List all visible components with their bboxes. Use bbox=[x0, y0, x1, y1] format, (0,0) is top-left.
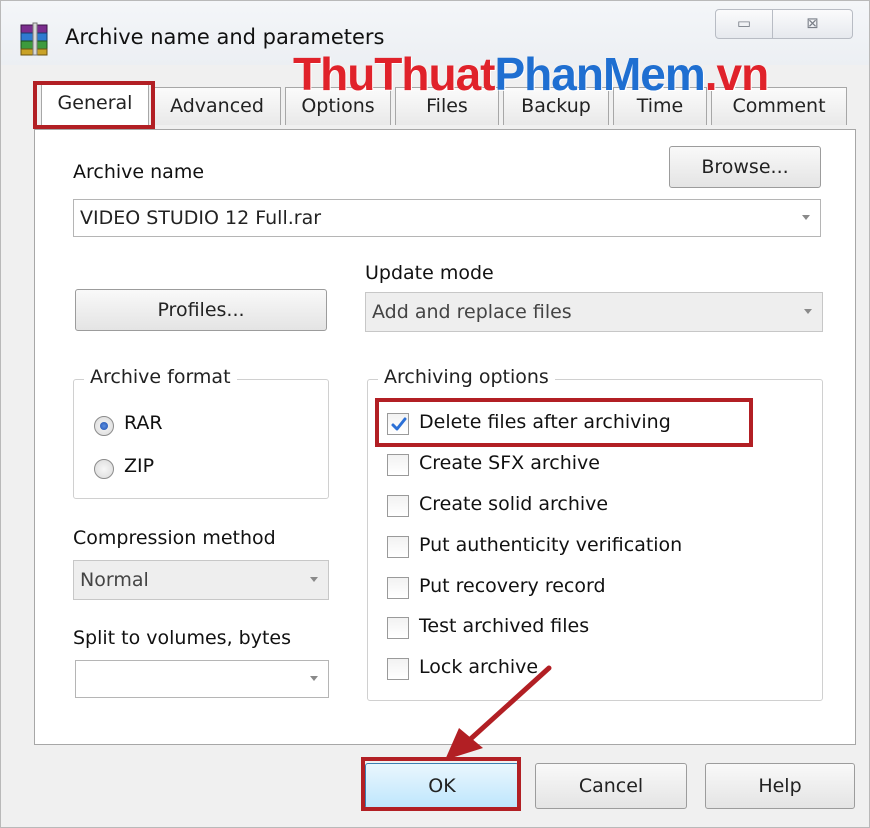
update-mode-select[interactable]: Add and replace files bbox=[365, 292, 823, 332]
checkbox-icon bbox=[387, 454, 409, 476]
checkbox-icon bbox=[387, 536, 409, 558]
watermark: ThuThuatPhanMem.vn bbox=[293, 47, 769, 101]
dropdown-arrow-icon bbox=[310, 577, 318, 582]
compression-method-label: Compression method bbox=[73, 527, 276, 549]
winrar-books-icon bbox=[20, 22, 48, 56]
archive-name-value: VIDEO STUDIO 12 Full.rar bbox=[80, 207, 322, 229]
radio-zip-label: ZIP bbox=[124, 455, 155, 477]
checkbox-test-archived-label: Test archived files bbox=[419, 615, 590, 637]
profiles-button[interactable]: Profiles... bbox=[75, 289, 327, 331]
checkbox-icon bbox=[387, 658, 409, 680]
checkbox-delete-files-label: Delete files after archiving bbox=[419, 411, 671, 433]
window-title: Archive name and parameters bbox=[65, 25, 385, 49]
annotation-arrow-icon bbox=[445, 665, 552, 760]
checkbox-create-solid-label: Create solid archive bbox=[419, 493, 609, 515]
maximize-button[interactable]: ⊠ bbox=[773, 9, 853, 39]
checkmark-icon bbox=[391, 417, 407, 431]
radio-rar-label: RAR bbox=[124, 412, 163, 434]
checkbox-create-sfx-label: Create SFX archive bbox=[419, 452, 600, 474]
tab-general[interactable]: General bbox=[41, 83, 149, 129]
archive-name-combo[interactable]: VIDEO STUDIO 12 Full.rar bbox=[73, 199, 821, 237]
compression-method-value: Normal bbox=[80, 569, 149, 591]
archive-format-title: Archive format bbox=[84, 366, 237, 388]
radio-button-icon bbox=[94, 459, 114, 479]
archive-format-group: Archive format RAR ZIP bbox=[73, 366, 329, 499]
checkbox-checked-icon bbox=[387, 413, 409, 435]
checkbox-icon bbox=[387, 495, 409, 517]
radio-selected-dot bbox=[100, 422, 108, 430]
archive-name-label: Archive name bbox=[73, 161, 205, 183]
update-mode-label: Update mode bbox=[365, 262, 494, 284]
dropdown-arrow-icon bbox=[804, 309, 812, 314]
update-mode-value: Add and replace files bbox=[372, 301, 572, 323]
split-volumes-label: Split to volumes, bytes bbox=[73, 627, 291, 649]
compression-method-select[interactable]: Normal bbox=[73, 560, 329, 600]
split-volumes-combo[interactable] bbox=[75, 660, 329, 698]
checkbox-icon bbox=[387, 577, 409, 599]
cancel-button[interactable]: Cancel bbox=[535, 763, 687, 809]
archiving-options-title: Archiving options bbox=[378, 366, 555, 388]
tab-advanced[interactable]: Advanced bbox=[153, 87, 281, 125]
watermark-part1: ThuThuat bbox=[293, 48, 495, 100]
dropdown-arrow-icon bbox=[310, 676, 318, 681]
checkbox-authenticity-label: Put authenticity verification bbox=[419, 534, 683, 556]
watermark-part2: PhanMem bbox=[494, 48, 706, 100]
archive-dialog: Archive name and parameters ▭ ⊠ General … bbox=[0, 0, 870, 828]
radio-button-icon bbox=[94, 416, 114, 436]
help-button[interactable]: Help bbox=[705, 763, 855, 809]
minimize-button[interactable]: ▭ bbox=[715, 9, 773, 39]
checkbox-icon bbox=[387, 617, 409, 639]
watermark-part3: .vn bbox=[704, 48, 769, 100]
ok-button[interactable]: OK bbox=[365, 763, 519, 809]
checkbox-recovery-record-label: Put recovery record bbox=[419, 575, 606, 597]
dropdown-arrow-icon bbox=[802, 215, 810, 220]
browse-button[interactable]: Browse... bbox=[669, 146, 821, 188]
